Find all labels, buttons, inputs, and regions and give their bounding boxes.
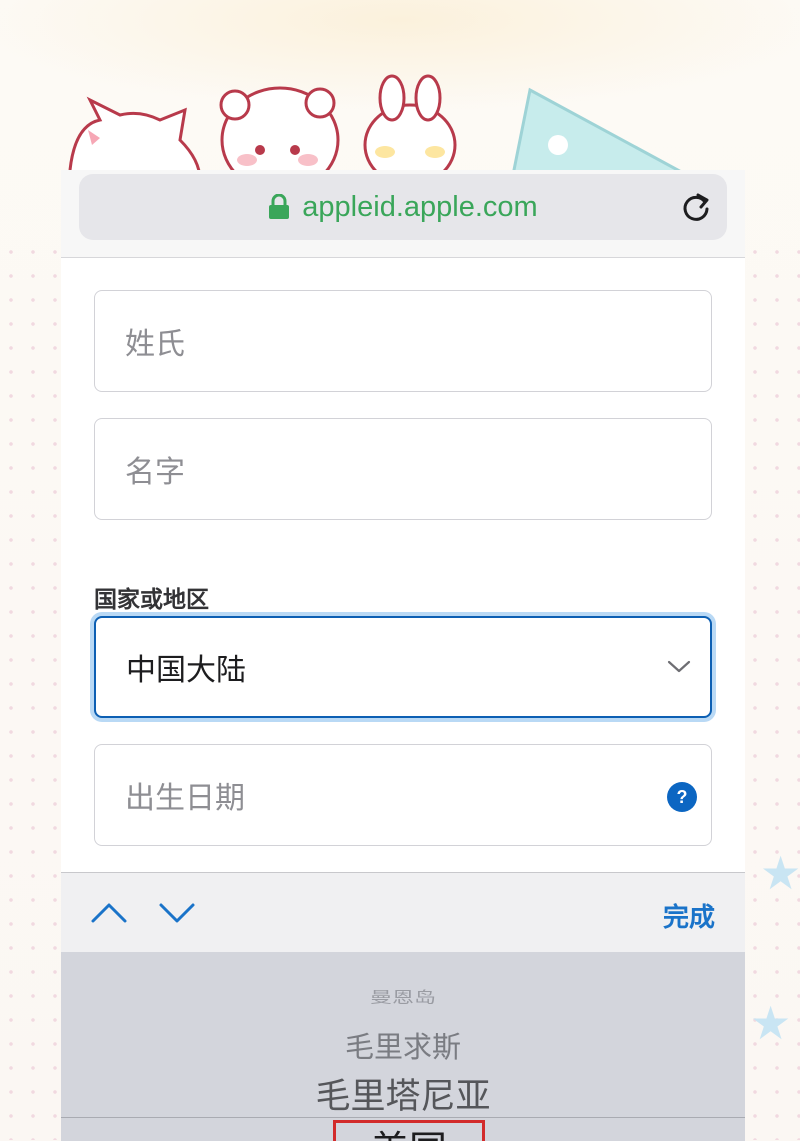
country-region-label: 国家或地区 bbox=[94, 587, 209, 613]
first-name-field[interactable]: 名字 bbox=[94, 418, 712, 520]
chevron-down-icon bbox=[667, 660, 691, 673]
first-name-placeholder: 名字 bbox=[125, 455, 185, 490]
country-picker-wheel[interactable]: 曼恩岛 毛里求斯 毛里塔尼亚 美国 bbox=[61, 952, 745, 1141]
star-decoration: ★ bbox=[760, 846, 800, 900]
picker-option[interactable]: 毛里求斯 bbox=[61, 1024, 745, 1066]
last-name-placeholder: 姓氏 bbox=[125, 327, 185, 362]
pink-dot-pattern bbox=[0, 240, 64, 1140]
birthdate-field[interactable]: 出生日期 ? bbox=[94, 744, 712, 846]
done-button[interactable]: 完成 bbox=[663, 897, 715, 934]
chevron-up-icon[interactable] bbox=[89, 897, 129, 927]
country-region-select[interactable]: 中国大陆 bbox=[94, 616, 712, 718]
picker-option-selected[interactable]: 美国 bbox=[333, 1120, 485, 1141]
keyboard-toolbar: 完成 bbox=[61, 872, 745, 952]
help-icon[interactable]: ? bbox=[667, 782, 697, 812]
star-decoration: ★ bbox=[750, 996, 792, 1050]
browser-window: appleid.apple.com 姓氏 名字 国家或地区 中国大陆 出生日期 … bbox=[61, 170, 745, 1141]
address-bar[interactable]: appleid.apple.com bbox=[79, 174, 727, 240]
lock-icon bbox=[269, 194, 290, 219]
birthdate-placeholder: 出生日期 bbox=[125, 781, 245, 816]
apple-id-form: 姓氏 名字 国家或地区 中国大陆 出生日期 ? bbox=[61, 258, 745, 872]
url-text: appleid.apple.com bbox=[302, 190, 538, 223]
country-region-value: 中国大陆 bbox=[126, 653, 246, 688]
picker-option[interactable]: 曼恩岛 bbox=[61, 985, 745, 1007]
last-name-field[interactable]: 姓氏 bbox=[94, 290, 712, 392]
address-bar-area: appleid.apple.com bbox=[61, 170, 745, 258]
chevron-down-icon[interactable] bbox=[157, 897, 197, 927]
reload-icon[interactable] bbox=[679, 190, 713, 224]
picker-option[interactable]: 毛里塔尼亚 bbox=[61, 1068, 745, 1119]
picker-selection-line bbox=[61, 1117, 745, 1118]
